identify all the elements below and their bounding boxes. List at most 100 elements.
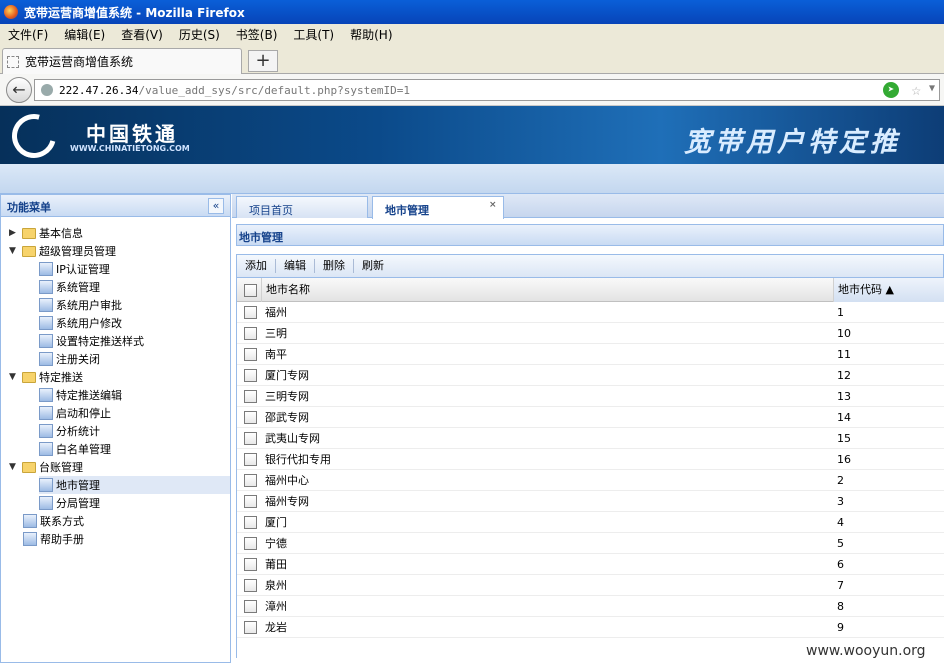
dropdown-arrow-icon[interactable]: ▼	[929, 83, 935, 94]
row-checkbox[interactable]	[244, 306, 257, 319]
menu-item-label: 帮助手册	[40, 533, 84, 546]
add-button[interactable]: 添加	[237, 257, 275, 275]
menu-group-label: 超级管理员管理	[39, 245, 116, 258]
expand-toggle-icon[interactable]: ▼	[9, 372, 19, 382]
table-row[interactable]: 厦门专网 12	[237, 365, 944, 386]
table-row[interactable]: 南平 11	[237, 344, 944, 365]
tab-city-management[interactable]: 地市管理 ×	[372, 196, 504, 219]
menu-item-label: 系统用户审批	[56, 299, 122, 312]
row-checkbox[interactable]	[244, 474, 257, 487]
select-all-checkbox[interactable]	[244, 284, 257, 297]
expand-toggle-icon[interactable]: ▶	[9, 228, 19, 238]
menu-view[interactable]: 查看(V)	[113, 26, 171, 43]
sidebar-item[interactable]: 帮助手册	[23, 530, 230, 548]
row-checkbox[interactable]	[244, 558, 257, 571]
table-row[interactable]: 武夷山专网 15	[237, 428, 944, 449]
row-checkbox[interactable]	[244, 432, 257, 445]
table-row[interactable]: 银行代扣专用 16	[237, 449, 944, 470]
sidebar-item[interactable]: 系统管理	[39, 278, 230, 296]
column-header-code[interactable]: 地市代码 ▲	[833, 278, 944, 302]
row-checkbox[interactable]	[244, 411, 257, 424]
sidebar-group[interactable]: ▼ 超级管理员管理	[9, 242, 230, 260]
go-arrow-icon[interactable]: ➤	[883, 82, 899, 98]
sidebar-item[interactable]: 分局管理	[39, 494, 230, 512]
table-row[interactable]: 厦门 4	[237, 512, 944, 533]
cell-city-name: 福州专网	[265, 495, 309, 508]
table-row[interactable]: 邵武专网 14	[237, 407, 944, 428]
menu-bookmarks[interactable]: 书签(B)	[228, 26, 286, 43]
cell-city-code: 6	[837, 558, 844, 571]
delete-button[interactable]: 删除	[315, 257, 353, 275]
table-row[interactable]: 龙岩 9	[237, 617, 944, 638]
table-row[interactable]: 三明 10	[237, 323, 944, 344]
cell-city-name: 厦门专网	[265, 369, 309, 382]
table-row[interactable]: 福州 1	[237, 302, 944, 323]
sidebar-item[interactable]: 联系方式	[23, 512, 230, 530]
row-checkbox[interactable]	[244, 390, 257, 403]
menu-item-label: 特定推送编辑	[56, 389, 122, 402]
cell-city-name: 三明专网	[265, 390, 309, 403]
row-checkbox[interactable]	[244, 537, 257, 550]
expand-toggle-icon[interactable]: ▼	[9, 246, 19, 256]
table-row[interactable]: 莆田 6	[237, 554, 944, 575]
close-icon[interactable]: ×	[489, 200, 499, 210]
logo-text-cn: 中国铁通	[86, 122, 178, 146]
menu-history[interactable]: 历史(S)	[171, 26, 228, 43]
refresh-button[interactable]: 刷新	[354, 257, 392, 275]
menu-tools[interactable]: 工具(T)	[285, 26, 342, 43]
sidebar-group[interactable]: ▶ 基本信息	[9, 224, 230, 242]
table-row[interactable]: 宁德 5	[237, 533, 944, 554]
sidebar-item[interactable]: 特定推送编辑	[39, 386, 230, 404]
sidebar-group[interactable]: ▼ 台账管理	[9, 458, 230, 476]
sidebar-item[interactable]: 注册关闭	[39, 350, 230, 368]
back-button[interactable]: ←	[6, 77, 32, 103]
row-checkbox[interactable]	[244, 579, 257, 592]
menu-bar: 文件(F) 编辑(E) 查看(V) 历史(S) 书签(B) 工具(T) 帮助(H…	[0, 24, 944, 44]
bookmark-star-icon[interactable]: ☆	[911, 80, 921, 99]
menu-item-icon	[39, 442, 53, 456]
table-row[interactable]: 福州专网 3	[237, 491, 944, 512]
row-checkbox[interactable]	[244, 369, 257, 382]
tab-home[interactable]: 项目首页	[236, 196, 368, 218]
sidebar-item[interactable]: IP认证管理	[39, 260, 230, 278]
sidebar-item[interactable]: 地市管理	[39, 476, 230, 494]
table-row[interactable]: 漳州 8	[237, 596, 944, 617]
sidebar-group[interactable]: ▼ 特定推送	[9, 368, 230, 386]
cell-city-code: 1	[837, 306, 844, 319]
menu-item-icon	[39, 280, 53, 294]
menu-help[interactable]: 帮助(H)	[342, 26, 400, 43]
sidebar-item[interactable]: 设置特定推送样式	[39, 332, 230, 350]
expand-toggle-icon[interactable]: ▼	[9, 462, 19, 472]
browser-tab[interactable]: 宽带运营商增值系统	[2, 48, 242, 74]
row-checkbox[interactable]	[244, 348, 257, 361]
sidebar-item[interactable]: 白名单管理	[39, 440, 230, 458]
menu-item-label: 系统用户修改	[56, 317, 122, 330]
row-checkbox[interactable]	[244, 516, 257, 529]
row-checkbox[interactable]	[244, 600, 257, 613]
table-row[interactable]: 三明专网 13	[237, 386, 944, 407]
cell-city-name: 福州中心	[265, 474, 309, 487]
page-favicon-icon	[7, 55, 19, 68]
sidebar-item[interactable]: 系统用户审批	[39, 296, 230, 314]
sidebar-item[interactable]: 系统用户修改	[39, 314, 230, 332]
sidebar-item[interactable]: 启动和停止	[39, 404, 230, 422]
edit-button[interactable]: 编辑	[276, 257, 314, 275]
row-checkbox[interactable]	[244, 453, 257, 466]
menu-item-icon	[39, 388, 53, 402]
row-checkbox[interactable]	[244, 621, 257, 634]
header-strip	[0, 164, 944, 194]
sidebar-collapse-button[interactable]: «	[208, 198, 224, 214]
row-checkbox[interactable]	[244, 327, 257, 340]
row-checkbox[interactable]	[244, 495, 257, 508]
cell-city-name: 莆田	[265, 558, 287, 571]
table-row[interactable]: 福州中心 2	[237, 470, 944, 491]
menu-edit[interactable]: 编辑(E)	[56, 26, 113, 43]
address-bar[interactable]: 222.47.26.34/value_add_sys/src/default.p…	[34, 79, 940, 101]
cell-city-name: 福州	[265, 306, 287, 319]
sidebar-item[interactable]: 分析统计	[39, 422, 230, 440]
new-tab-button[interactable]: +	[248, 50, 278, 72]
table-row[interactable]: 泉州 7	[237, 575, 944, 596]
menu-file[interactable]: 文件(F)	[0, 26, 56, 43]
cell-city-name: 邵武专网	[265, 411, 309, 424]
column-header-name[interactable]: 地市名称	[261, 278, 833, 302]
